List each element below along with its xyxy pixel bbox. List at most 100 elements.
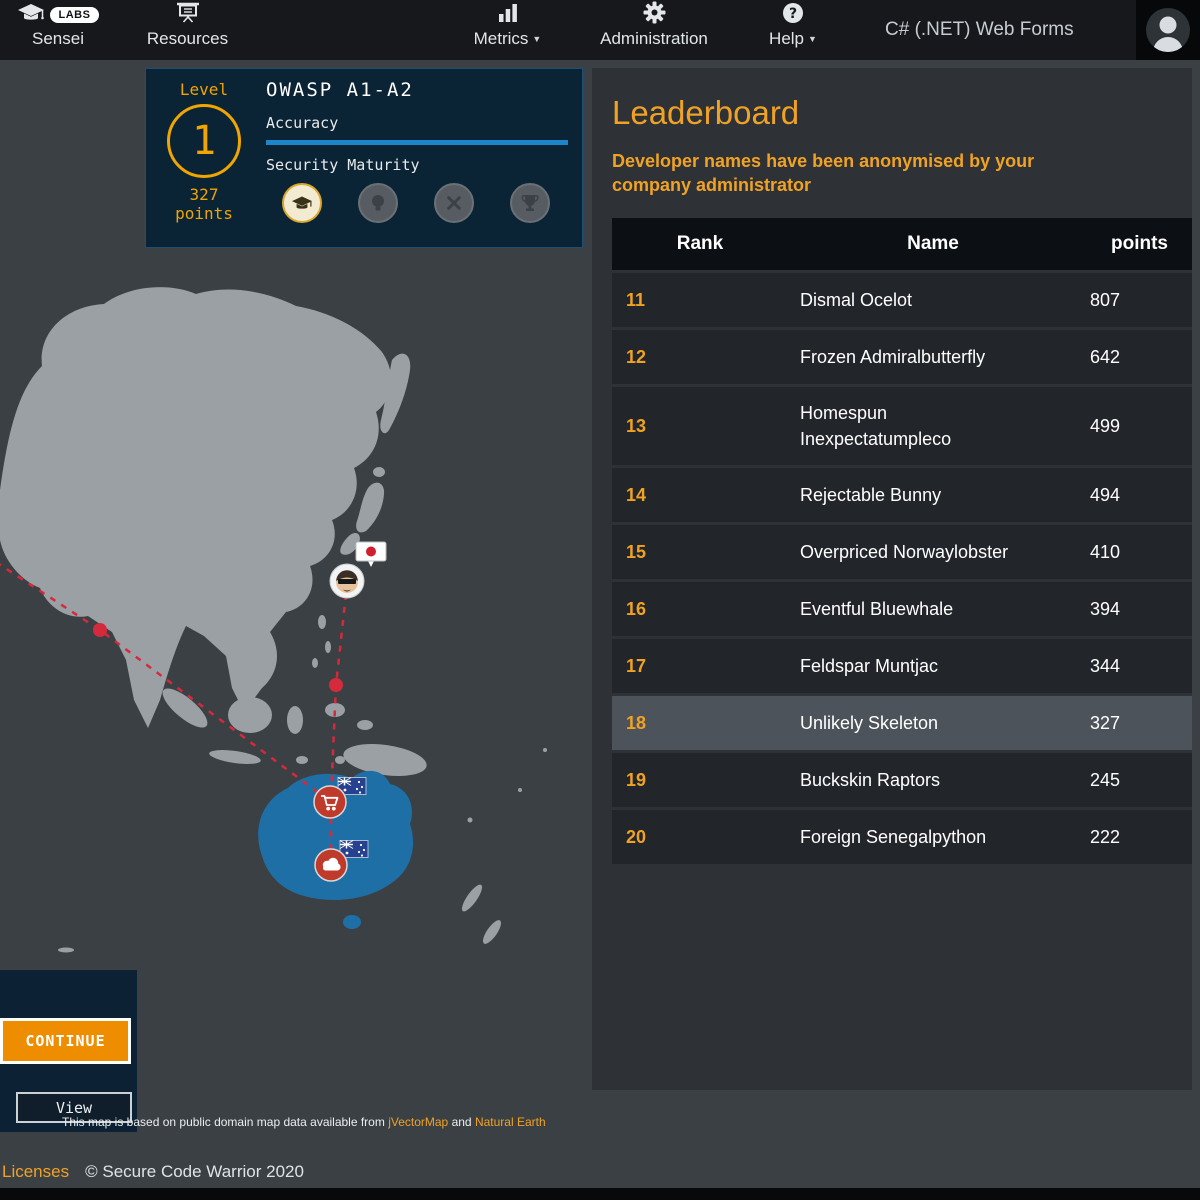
- leaderboard-table: Rank Name points 11 Dismal Ocelot 807 12…: [612, 218, 1192, 864]
- name-cell: Unlikely Skeleton: [788, 697, 1078, 749]
- points-column-header: points: [1078, 233, 1192, 255]
- rank-cell: 17: [612, 656, 788, 677]
- leaderboard-panel: Leaderboard Developer names have been an…: [592, 68, 1192, 1090]
- leaderboard-title: Leaderboard: [612, 94, 1192, 132]
- attribution-and: and: [452, 1115, 472, 1129]
- jvectormap-link[interactable]: jVectorMap: [388, 1115, 448, 1129]
- leaderboard-header-row: Rank Name points: [612, 218, 1192, 270]
- name-cell: Frozen Admiralbutterfly: [788, 331, 1078, 383]
- rank-cell: 20: [612, 827, 788, 848]
- points-cell: 344: [1078, 656, 1192, 677]
- gear-icon: [643, 1, 666, 29]
- nav-label-sensei: Sensei: [32, 29, 84, 49]
- nav-label-metrics: Metrics: [474, 29, 529, 49]
- top-navigation: LABS Sensei Resources: [0, 0, 1200, 60]
- points-cell: 499: [1078, 416, 1192, 437]
- trophy-icon: [510, 183, 550, 223]
- map-attribution: This map is based on public domain map d…: [62, 1115, 572, 1129]
- user-avatar[interactable]: [1136, 0, 1200, 60]
- rank-cell: 13: [612, 416, 788, 437]
- nav-item-metrics[interactable]: Metrics ▼: [460, 3, 555, 49]
- accuracy-label: Accuracy: [266, 114, 568, 132]
- labs-badge: LABS: [50, 7, 100, 23]
- points-cell: 394: [1078, 599, 1192, 620]
- rank-cell: 11: [612, 290, 788, 311]
- leaderboard-rows: 11 Dismal Ocelot 807 12 Frozen Admiralbu…: [612, 273, 1192, 864]
- leaderboard-row: 11 Dismal Ocelot 807: [612, 273, 1192, 327]
- leaderboard-row: 14 Rejectable Bunny 494: [612, 468, 1192, 522]
- name-cell: Dismal Ocelot: [788, 274, 1078, 326]
- level-value: 1: [192, 118, 216, 164]
- name-column-header: Name: [788, 233, 1078, 255]
- route-dot-marker[interactable]: [329, 678, 343, 692]
- name-cell: Overpriced Norwaylobster: [788, 526, 1078, 578]
- name-cell: Eventful Bluewhale: [788, 583, 1078, 635]
- world-map[interactable]: CONTINUE View This map is based on publi…: [0, 60, 583, 1140]
- graduation-cap-icon: [282, 183, 322, 223]
- points-cell: 222: [1078, 827, 1192, 848]
- nav-item-resources[interactable]: Resources: [140, 3, 235, 49]
- leaderboard-row: 20 Foreign Senegalpython 222: [612, 810, 1192, 864]
- leaderboard-row: 18 Unlikely Skeleton 327: [612, 696, 1192, 750]
- leaderboard-row: 19 Buckskin Raptors 245: [612, 753, 1192, 807]
- nav-item-help[interactable]: ? Help ▼: [758, 3, 828, 49]
- leaderboard-row: 17 Feldspar Muntjac 344: [612, 639, 1192, 693]
- mission-action-panel: CONTINUE View: [0, 970, 137, 1132]
- japan-flag-marker[interactable]: [356, 542, 386, 567]
- graduation-cap-icon: [17, 2, 45, 29]
- lightbulb-icon: [358, 183, 398, 223]
- nav-label-resources: Resources: [147, 29, 228, 49]
- leaderboard-row: 15 Overpriced Norwaylobster 410: [612, 525, 1192, 579]
- continue-button[interactable]: CONTINUE: [0, 1018, 131, 1064]
- bar-chart-icon: [497, 3, 519, 27]
- natural-earth-link[interactable]: Natural Earth: [475, 1115, 546, 1129]
- name-cell: Buckskin Raptors: [788, 754, 1078, 806]
- name-cell: Rejectable Bunny: [788, 469, 1078, 521]
- route-dot-marker[interactable]: [93, 623, 107, 637]
- level-card: Level 1 327 points OWASP A1-A2 Accuracy …: [145, 68, 583, 248]
- chevron-down-icon: ▼: [808, 34, 817, 44]
- bottom-strip: [0, 1188, 1200, 1200]
- rank-cell: 18: [612, 713, 788, 734]
- points-value: 327: [190, 185, 219, 204]
- nav-label-help: Help: [769, 29, 804, 49]
- points-cell: 245: [1078, 770, 1192, 791]
- name-cell: Homespun Inexpectatumpleco: [788, 387, 1078, 465]
- level-value-circle: 1: [167, 104, 241, 178]
- accuracy-progress-bar: [266, 140, 568, 145]
- nav-item-administration[interactable]: Administration: [586, 3, 722, 49]
- rank-cell: 19: [612, 770, 788, 791]
- security-maturity-icons: [266, 183, 568, 223]
- page-footer: Licenses © Secure Code Warrior 2020: [0, 1156, 1200, 1188]
- points-cell: 642: [1078, 347, 1192, 368]
- projector-screen-icon: [176, 2, 200, 29]
- cloud-marker[interactable]: [315, 849, 347, 881]
- points-cell: 494: [1078, 485, 1192, 506]
- module-title: OWASP A1-A2: [266, 79, 568, 101]
- licenses-link[interactable]: Licenses: [2, 1162, 69, 1182]
- rank-cell: 12: [612, 347, 788, 368]
- points-label: points: [175, 204, 233, 223]
- user-avatar-icon: [1145, 7, 1191, 53]
- course-title: C# (.NET) Web Forms: [885, 0, 1074, 60]
- leaderboard-row: 13 Homespun Inexpectatumpleco 499: [612, 387, 1192, 465]
- shopping-cart-marker[interactable]: [314, 786, 346, 818]
- rank-column-header: Rank: [612, 233, 788, 255]
- points-cell: 807: [1078, 290, 1192, 311]
- name-cell: Feldspar Muntjac: [788, 640, 1078, 692]
- copyright-text: © Secure Code Warrior 2020: [85, 1162, 304, 1182]
- level-label: Level: [180, 80, 228, 99]
- nav-item-sensei[interactable]: LABS Sensei: [8, 3, 108, 49]
- attribution-text: This map is based on public domain map d…: [62, 1115, 385, 1129]
- spy-avatar-marker[interactable]: [330, 564, 364, 598]
- question-circle-icon: ?: [782, 2, 804, 29]
- rank-cell: 14: [612, 485, 788, 506]
- leaderboard-row: 12 Frozen Admiralbutterfly 642: [612, 330, 1192, 384]
- points-cell: 410: [1078, 542, 1192, 563]
- chevron-down-icon: ▼: [532, 34, 541, 44]
- security-maturity-label: Security Maturity: [266, 156, 568, 174]
- points-cell: 327: [1078, 713, 1192, 734]
- tools-icon: [434, 183, 474, 223]
- svg-text:?: ?: [789, 6, 797, 22]
- anonymised-notice: Developer names have been anonymised by …: [612, 149, 1117, 197]
